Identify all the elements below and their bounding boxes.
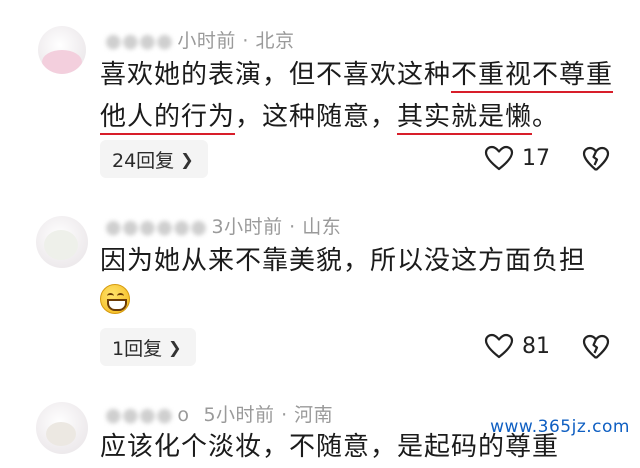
heart-icon (484, 333, 514, 359)
underlined-phrase: 其实就是懒 (397, 102, 533, 135)
avatar-image (42, 50, 82, 74)
underlined-phrase: 不重视不尊重 (451, 60, 614, 93)
avatar[interactable] (38, 26, 86, 74)
avatar[interactable] (36, 402, 88, 454)
grinning-face-icon (100, 284, 130, 314)
chevron-right-icon: ❯ (180, 149, 194, 169)
like-count: 81 (522, 333, 550, 359)
reply-label: 24回复 (112, 149, 175, 172)
avatar-image (44, 230, 78, 260)
like-button[interactable]: 17 (484, 145, 550, 171)
underlined-phrase: 他人的行为 (100, 102, 236, 135)
username-blurred: ●●●●●● (105, 216, 208, 238)
comment-text: 喜欢她的表演，但不喜欢这种不重视不尊重 他人的行为，这种随意，其实就是懒。 (100, 54, 625, 138)
reply-label: 1回复 (112, 337, 163, 360)
reply-button[interactable]: 24回复 ❯ (100, 140, 208, 178)
reply-button[interactable]: 1回复 ❯ (100, 328, 196, 366)
comment-meta: ●●●●●● 3小时前 · 山东 (105, 216, 342, 238)
broken-heart-icon[interactable] (582, 334, 610, 360)
broken-heart-icon[interactable] (582, 146, 610, 172)
like-button[interactable]: 81 (484, 333, 550, 359)
heart-icon (484, 145, 514, 171)
comment-meta: ●●●● 小时前 · 北京 (105, 30, 295, 52)
like-count: 17 (522, 145, 550, 171)
comment-text: 因为她从来不靠美貌，所以没这方面负担 (100, 246, 587, 276)
chevron-right-icon: ❯ (168, 337, 182, 357)
username-blurred: ●●●● (105, 404, 174, 426)
comment-meta: ●●●● o 5小时前 · 河南 (105, 404, 334, 426)
avatar-image (46, 422, 76, 446)
watermark: www.365jz.com (490, 417, 630, 437)
avatar[interactable] (36, 216, 88, 268)
username-blurred: ●●●● (105, 30, 174, 52)
username-fragment: o (177, 404, 190, 426)
